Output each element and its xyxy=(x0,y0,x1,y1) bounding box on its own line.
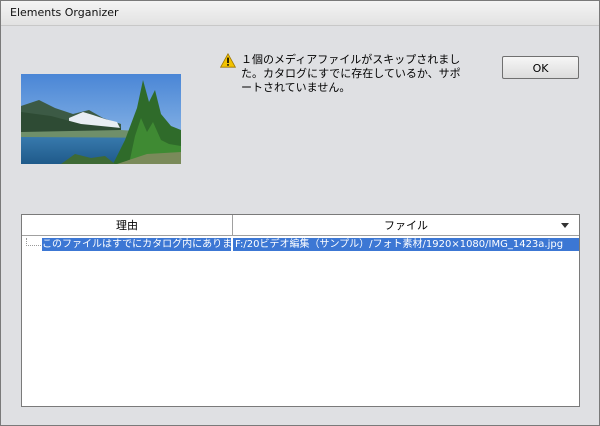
list-header: 理由 ファイル xyxy=(22,215,579,237)
title-bar[interactable]: Elements Organizer xyxy=(1,1,599,26)
row-file-path: F:/20ビデオ編集（サンプル）/フォト素材/1920×1080/IMG_142… xyxy=(233,238,579,251)
column-header-reason-label: 理由 xyxy=(116,219,138,232)
ok-button-label: OK xyxy=(532,62,549,75)
tree-connector xyxy=(26,238,41,246)
skipped-files-list[interactable]: 理由 ファイル このファイルはすでにカタログ内にあります F:/20ビデオ編集（… xyxy=(21,214,580,407)
warning-icon xyxy=(220,53,236,68)
dialog-message: １個のメディアファイルがスキップされました。カタログにすでに存在しているか、サポ… xyxy=(241,53,461,94)
column-header-file-label: ファイル xyxy=(384,219,428,232)
column-header-file[interactable]: ファイル xyxy=(233,215,579,236)
row-reason: このファイルはすでにカタログ内にあります xyxy=(42,238,231,251)
dialog-window: Elements Organizer １個のメディアファイルがスキップされました… xyxy=(0,0,600,426)
column-header-reason[interactable]: 理由 xyxy=(22,215,233,236)
table-row[interactable]: このファイルはすでにカタログ内にあります F:/20ビデオ編集（サンプル）/フォ… xyxy=(22,238,579,251)
chevron-down-icon[interactable] xyxy=(561,223,569,228)
media-thumbnail xyxy=(21,74,181,164)
ok-button[interactable]: OK xyxy=(502,56,579,79)
window-title: Elements Organizer xyxy=(10,6,119,19)
